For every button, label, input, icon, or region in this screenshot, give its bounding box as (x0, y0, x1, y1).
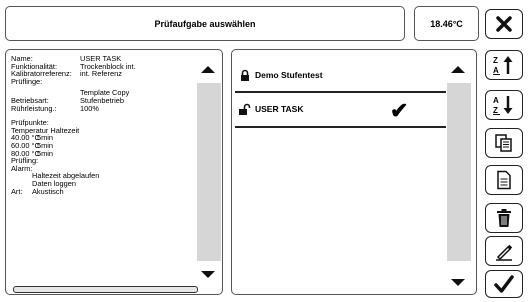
new-document-button[interactable] (485, 165, 523, 195)
page-title: Prüfaufgabe auswählen (154, 18, 256, 29)
detail-row: Rührleistung.: 100% (11, 103, 136, 113)
sort-az-icon: A Z (493, 96, 513, 115)
details-scroll-down-button[interactable] (201, 271, 215, 278)
detail-row: Prüflinge: (11, 78, 136, 86)
lock-closed-icon (235, 69, 255, 81)
arrow-down-icon (201, 271, 215, 278)
svg-text:Z: Z (493, 106, 498, 115)
delete-icon (497, 209, 511, 227)
list-divider (235, 126, 446, 128)
task-details-panel: Name: USER TASK Funktionalität: Trockenblo… (5, 49, 223, 295)
list-item[interactable]: Demo Stufentest (235, 58, 446, 91)
pruefpunkt-time: 5min (37, 148, 54, 158)
art-value: Akustisch (32, 186, 64, 196)
confirm-icon (494, 275, 514, 293)
list-item-selected[interactable]: USER TASK ✔ (235, 92, 446, 125)
detail-value: 100% (80, 103, 99, 113)
task-list-panel: Demo Stufentest USER TASK ✔ (231, 49, 477, 295)
document-icon (497, 170, 511, 190)
edit-icon (496, 244, 513, 261)
sort-ascending-button[interactable]: A Z (485, 90, 523, 120)
arrow-down-icon (451, 279, 465, 286)
sort-descending-button[interactable]: Z A (485, 50, 523, 80)
details-scroll-up-button[interactable] (201, 66, 215, 73)
details-horizontal-scrollbar[interactable] (13, 286, 198, 293)
title-bar: Prüfaufgabe auswählen (5, 6, 405, 41)
copy-icon (495, 134, 512, 152)
list-scroll-track[interactable] (447, 83, 471, 261)
svg-text:Z: Z (493, 56, 498, 65)
edit-button[interactable] (485, 236, 523, 266)
alarm-line: Daten loggen (32, 178, 76, 188)
detail-key: Rührleistung.: (11, 103, 57, 113)
art-row: Art: Akustisch (11, 186, 136, 196)
selected-check-icon: ✔ (390, 98, 409, 123)
task-details-text: Name: USER TASK Funktionalität: Trockenblo… (11, 55, 136, 195)
list-scroll-down-button[interactable] (451, 279, 465, 286)
svg-text:A: A (493, 66, 499, 75)
detail-value: int. Referenz (80, 69, 122, 79)
confirm-button[interactable] (485, 270, 523, 298)
sort-za-icon: Z A (493, 56, 513, 75)
list-scroll-up-button[interactable] (451, 66, 465, 73)
svg-text:A: A (493, 96, 499, 105)
details-scroll-track[interactable] (197, 83, 221, 261)
art-label: Art: (11, 186, 23, 196)
temperature-display: 18.46°C (414, 6, 479, 41)
delete-button[interactable] (485, 203, 523, 233)
close-icon (496, 16, 512, 32)
list-item-label: USER TASK (255, 103, 304, 114)
list-item-label: Demo Stufentest (255, 69, 323, 80)
detail-key: Prüflinge: (11, 76, 43, 86)
arrow-up-icon (201, 66, 215, 73)
lock-open-icon (235, 103, 255, 115)
arrow-up-icon (451, 66, 465, 73)
temperature-value: 18.46°C (430, 18, 463, 29)
copy-button[interactable] (485, 128, 523, 158)
close-button[interactable] (485, 9, 523, 39)
